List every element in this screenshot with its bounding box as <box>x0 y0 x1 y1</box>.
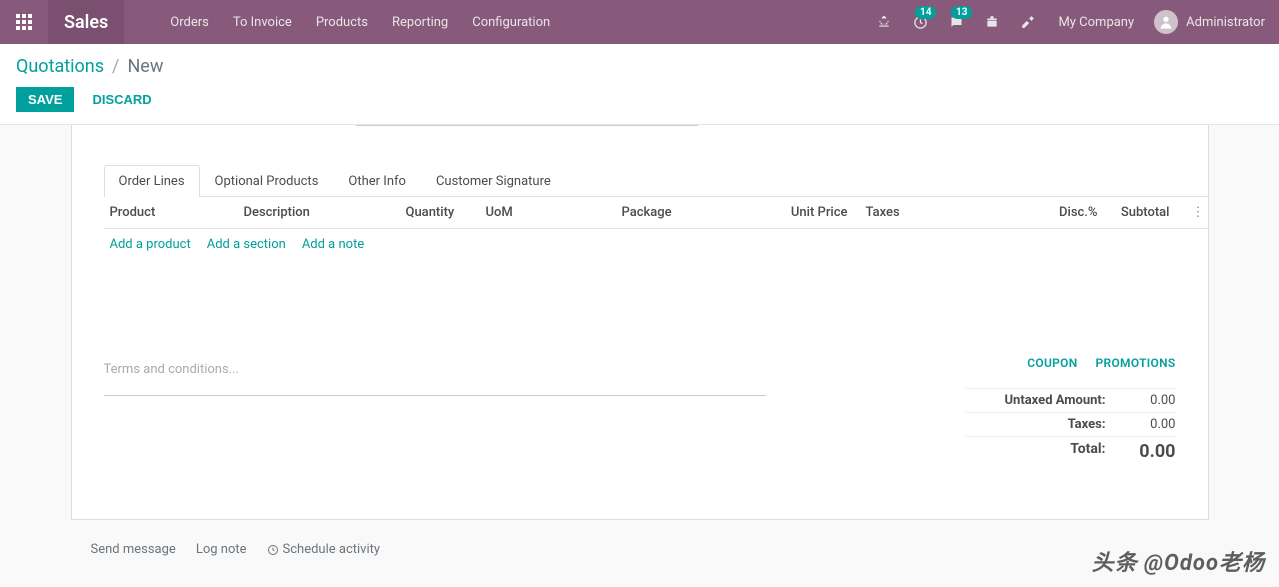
nav-reporting[interactable]: Reporting <box>380 0 460 44</box>
gift-button[interactable] <box>974 0 1010 44</box>
discard-button[interactable]: DISCARD <box>80 87 163 112</box>
breadcrumb: Quotations / New <box>16 56 1263 77</box>
col-uom: UoM <box>486 205 622 220</box>
tab-other-info[interactable]: Other Info <box>333 165 421 197</box>
gift-icon <box>985 15 999 29</box>
breadcrumb-sep: / <box>112 56 119 77</box>
schedule-activity-label: Schedule activity <box>283 542 381 557</box>
add-section-link[interactable]: Add a section <box>207 237 286 252</box>
messages-badge: 13 <box>951 6 972 19</box>
tab-order-lines[interactable]: Order Lines <box>104 165 200 197</box>
messages-button[interactable]: 13 <box>938 0 974 44</box>
apps-menu-button[interactable] <box>0 0 48 44</box>
untaxed-amount-value: 0.00 <box>1106 393 1176 408</box>
nav-to-invoice[interactable]: To Invoice <box>221 0 304 44</box>
add-product-link[interactable]: Add a product <box>110 237 191 252</box>
clock-small-icon <box>267 544 279 556</box>
tab-customer-signature[interactable]: Customer Signature <box>421 165 566 197</box>
add-note-link[interactable]: Add a note <box>302 237 364 252</box>
terms-input[interactable] <box>104 356 766 396</box>
wrench-icon <box>1021 15 1035 29</box>
promotions-button[interactable]: PROMOTIONS <box>1096 356 1176 370</box>
avatar-icon <box>1154 10 1178 34</box>
send-message-button[interactable]: Send message <box>91 542 176 557</box>
apps-grid-icon <box>16 14 32 30</box>
total-value: 0.00 <box>1106 441 1176 462</box>
log-note-button[interactable]: Log note <box>196 542 247 557</box>
user-menu[interactable]: Administrator <box>1146 10 1273 34</box>
debug-button[interactable] <box>866 0 902 44</box>
untaxed-amount-label: Untaxed Amount: <box>966 393 1106 408</box>
tools-button[interactable] <box>1010 0 1046 44</box>
col-description: Description <box>244 205 406 220</box>
col-subtotal: Subtotal <box>1098 205 1192 220</box>
bug-icon <box>877 15 891 29</box>
col-unit-price: Unit Price <box>772 205 848 220</box>
tab-optional-products[interactable]: Optional Products <box>200 165 334 197</box>
col-disc: Disc.% <box>998 205 1098 220</box>
schedule-activity-button[interactable]: Schedule activity <box>267 542 381 557</box>
taxes-label: Taxes: <box>966 417 1106 432</box>
breadcrumb-root[interactable]: Quotations <box>16 56 104 77</box>
field-underline <box>356 125 698 126</box>
nav-configuration[interactable]: Configuration <box>460 0 562 44</box>
col-product: Product <box>110 205 244 220</box>
conversations-button[interactable]: 14 <box>902 0 938 44</box>
coupon-button[interactable]: COUPON <box>1027 356 1077 370</box>
order-lines-header: Product Description Quantity UoM Package… <box>104 197 1208 229</box>
col-more-icon[interactable]: ⋮ <box>1192 205 1208 220</box>
app-brand[interactable]: Sales <box>48 0 124 44</box>
nav-products[interactable]: Products <box>304 0 380 44</box>
breadcrumb-current: New <box>127 56 163 77</box>
taxes-value: 0.00 <box>1106 417 1176 432</box>
company-selector[interactable]: My Company <box>1046 15 1146 30</box>
col-package: Package <box>622 205 772 220</box>
save-button[interactable]: SAVE <box>16 87 74 112</box>
col-taxes: Taxes <box>848 205 998 220</box>
conversations-badge: 14 <box>915 6 936 19</box>
user-name: Administrator <box>1186 15 1265 30</box>
total-label: Total: <box>966 441 1106 462</box>
nav-orders[interactable]: Orders <box>158 0 221 44</box>
col-quantity: Quantity <box>406 205 486 220</box>
